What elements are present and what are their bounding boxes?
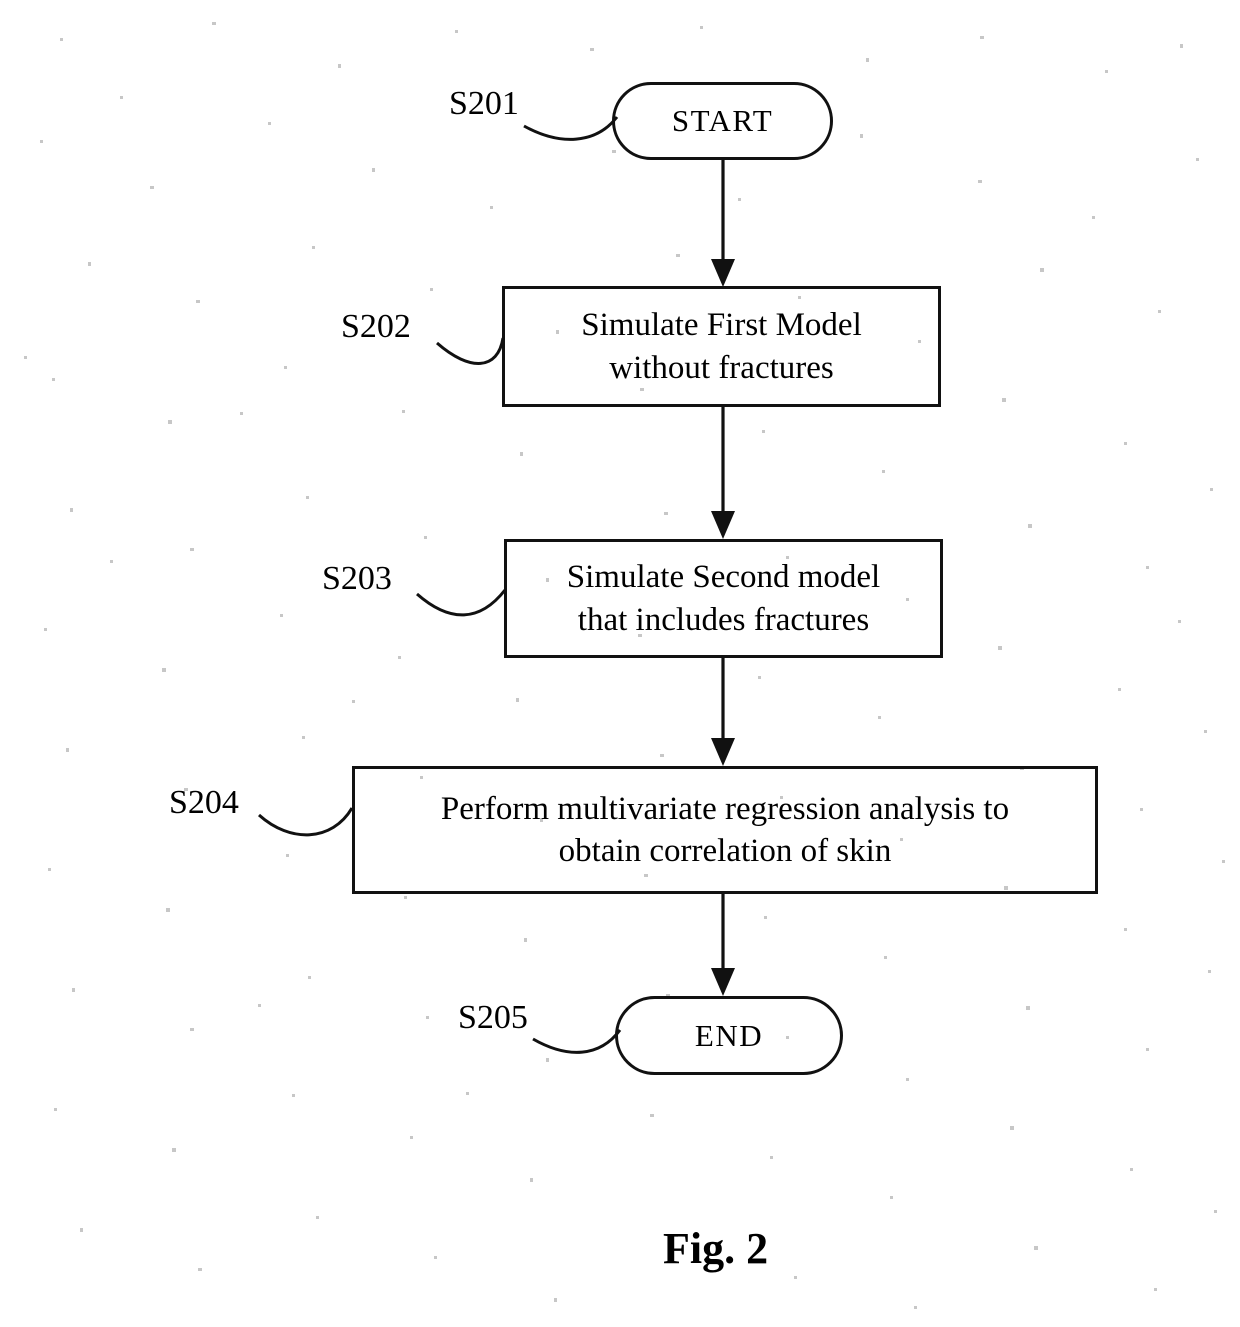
figure-canvas: START S201 Simulate First Model without … [0,0,1240,1327]
node-s204-line2: obtain correlation of skin [558,833,892,869]
figure-caption: Fig. 2 [663,1224,769,1273]
step-label-s201: S201 [449,85,519,122]
arrowhead-s203-to-s204 [711,738,735,766]
leader-line-s203 [416,589,507,617]
node-s204-line1: Perform multivariate regression analysis… [440,790,1010,827]
node-s202-line2: without fractures [609,349,834,386]
scan-noise-texture [24,22,1225,1309]
arrowhead-start-to-s202 [711,259,735,287]
leader-line-s202 [436,337,505,365]
node-s202-line1: Simulate First Model [581,307,862,344]
node-start-label: START [671,103,774,138]
connector-layer [257,116,735,1054]
node-s203[interactable]: Simulate Second model that includes frac… [504,539,943,658]
node-s204[interactable]: Perform multivariate regression analysis… [352,766,1098,894]
node-end-label: END [694,1017,764,1053]
step-label-s202: S202 [341,308,411,345]
step-label-s204: S204 [169,784,239,821]
node-end[interactable]: END [615,996,843,1075]
node-s202-text: Simulate First Model without fractures [569,304,874,388]
step-label-s203: S203 [322,560,392,597]
node-start[interactable]: START [612,82,833,160]
node-s203-line1: Simulate Second model [566,559,881,596]
node-s203-text: Simulate Second model that includes frac… [555,556,892,640]
node-s203-line2: that includes fractures [577,601,870,638]
leader-line-s205 [532,1029,622,1054]
step-label-s205: S205 [458,999,528,1036]
leader-line-s201 [523,116,619,141]
arrowhead-s204-to-end [711,968,735,996]
node-s204-text: Perform multivariate regression analysis… [429,788,1021,872]
leader-line-s204 [257,807,354,837]
node-s202[interactable]: Simulate First Model without fractures [502,286,941,407]
arrowhead-s202-to-s203 [711,511,735,539]
